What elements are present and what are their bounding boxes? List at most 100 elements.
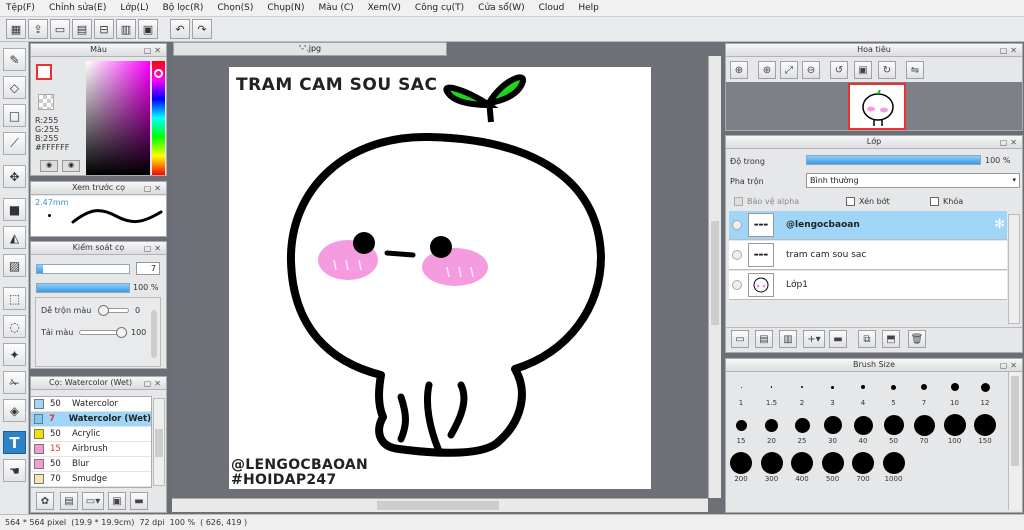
clipping-checkbox[interactable] <box>846 197 855 206</box>
folder-icon[interactable]: ▬ <box>829 330 847 348</box>
panel-buttons[interactable]: ▢✕ <box>144 45 164 57</box>
slider-handle[interactable] <box>98 305 109 316</box>
add-layer-icon[interactable]: +▾ <box>803 330 825 348</box>
brush-item[interactable]: 50 Blur <box>31 457 151 472</box>
brush-size-dot[interactable] <box>821 452 844 474</box>
brush-size-dot[interactable] <box>740 386 742 388</box>
eraser2-icon[interactable]: ◈ <box>3 399 26 422</box>
brush-size-dot[interactable] <box>943 414 966 436</box>
new-layer-icon[interactable]: ▭ <box>731 330 749 348</box>
brush-size-dot[interactable] <box>852 452 874 474</box>
brush-size-slider[interactable] <box>36 264 130 274</box>
menu-item[interactable]: Chọn(S) <box>211 3 261 13</box>
brush-item[interactable]: 7 Watercolor (Wet) <box>31 412 151 427</box>
menu-item[interactable]: Màu (C) <box>313 3 362 13</box>
gradient-icon[interactable]: ▨ <box>3 254 26 277</box>
line-icon[interactable]: ⟋ <box>3 132 26 155</box>
hue-slider[interactable] <box>152 61 165 175</box>
brush-size-dot[interactable] <box>831 385 834 389</box>
brush-size-dot[interactable] <box>891 384 896 390</box>
navigator-viewport[interactable] <box>848 83 906 130</box>
transparent-swatch[interactable] <box>38 94 54 110</box>
scroll-thumb[interactable] <box>711 221 719 325</box>
scroll-thumb[interactable] <box>155 429 163 457</box>
layer-scrollbar[interactable] <box>1008 214 1020 324</box>
menu-item[interactable]: Tệp(F) <box>0 3 43 13</box>
menu-item[interactable]: Cửa sổ(W) <box>472 3 532 13</box>
brush-size-dot[interactable] <box>921 384 927 390</box>
scrollbar[interactable] <box>151 310 157 358</box>
zoom-fit-icon[interactable]: ⊕ <box>730 61 748 79</box>
panel-buttons[interactable]: ▢✕ <box>144 183 164 195</box>
fit-window-icon[interactable]: ⤢ <box>780 61 798 79</box>
pen-icon[interactable]: ✎ <box>3 48 26 71</box>
canvas-vertical-scrollbar[interactable] <box>708 56 721 498</box>
brush-size-dot[interactable] <box>823 416 842 434</box>
brush-size-dot[interactable] <box>801 386 803 388</box>
copy-layer-icon[interactable]: ⧉ <box>858 330 876 348</box>
brush-size-dot[interactable] <box>791 452 813 474</box>
merge-layer-icon[interactable]: ⬒ <box>882 330 900 348</box>
layer-row[interactable]: ▬▬▬ tram cam sou sac <box>729 241 1007 270</box>
eraser-icon[interactable]: ◇ <box>3 76 26 99</box>
brush-size-dot[interactable] <box>883 415 904 435</box>
zoom-in-icon[interactable]: ⊕ <box>758 61 776 79</box>
panel-buttons[interactable]: ▢✕ <box>1000 137 1020 149</box>
open-icon[interactable]: ▭ <box>50 19 70 39</box>
brush-size-dot[interactable] <box>794 417 810 433</box>
scroll-thumb[interactable] <box>1011 376 1019 466</box>
flip-icon[interactable]: ⇋ <box>906 61 924 79</box>
palette-icon[interactable]: ◉ <box>40 160 58 172</box>
brush-size-dot[interactable] <box>765 418 778 432</box>
fill-rect-icon[interactable]: ■ <box>3 198 26 221</box>
brush-size-dot[interactable] <box>760 452 783 474</box>
select-icon[interactable]: ⬚ <box>3 287 26 310</box>
visibility-icon[interactable] <box>732 280 742 290</box>
panel-buttons[interactable]: ▢✕ <box>144 243 164 255</box>
paint-slider[interactable] <box>79 327 127 338</box>
visibility-icon[interactable] <box>732 250 742 260</box>
panel-buttons[interactable]: ▢✕ <box>1000 360 1020 372</box>
document-tab[interactable]: '-'.jpg <box>173 42 447 56</box>
lasso-icon[interactable]: ◌ <box>3 315 26 338</box>
text-icon[interactable]: T <box>3 431 26 454</box>
brush-item[interactable]: 15 Airbrush <box>31 442 151 457</box>
menu-item[interactable]: Cloud <box>533 3 573 13</box>
foreground-color-swatch[interactable] <box>36 64 52 80</box>
layer-opacity-slider[interactable] <box>806 155 981 165</box>
reset-view-icon[interactable]: ▣ <box>854 61 872 79</box>
brush-size-dot[interactable] <box>980 382 990 392</box>
brush-list-scrollbar[interactable] <box>153 398 165 486</box>
rect-select-icon[interactable]: □ <box>3 104 26 127</box>
brush-template-icon[interactable]: ▣ <box>108 492 126 510</box>
brush-size-dot[interactable] <box>913 414 935 436</box>
brush-item[interactable]: 50 Acrylic <box>31 427 151 442</box>
brush-size-input[interactable]: 7 <box>136 262 160 275</box>
brush-size-scrollbar[interactable] <box>1008 372 1021 510</box>
brush-size-dot[interactable] <box>853 415 873 435</box>
drawing-canvas[interactable]: TRAM CAM SOU SAC @LENGOCBAOAN #HOIDAP247 <box>229 67 651 489</box>
blend-mode-select[interactable]: Bình thường ▾ <box>806 173 1020 188</box>
lock-checkbox[interactable] <box>930 197 939 206</box>
brush-settings-icon[interactable]: ✿ <box>36 492 54 510</box>
navigator-preview[interactable] <box>726 82 1022 130</box>
panel-buttons[interactable]: ▢✕ <box>1000 45 1020 57</box>
menu-item[interactable]: Chỉnh sửa(E) <box>43 3 114 13</box>
save-icon[interactable]: ▤ <box>72 19 92 39</box>
hue-handle[interactable] <box>154 69 163 78</box>
menu-item[interactable]: Xem(V) <box>362 3 409 13</box>
menu-item[interactable]: Bộ lọc(R) <box>157 3 212 13</box>
protect-alpha-checkbox[interactable] <box>734 197 743 206</box>
zoom-out-icon[interactable]: ⊖ <box>802 61 820 79</box>
hand-icon[interactable]: ☚ <box>3 459 26 482</box>
brush-size-dot[interactable] <box>950 383 959 391</box>
visibility-icon[interactable] <box>732 220 742 230</box>
rotate-left-icon[interactable]: ↺ <box>830 61 848 79</box>
panel-icon[interactable]: ▥ <box>116 19 136 39</box>
brush-size-dot[interactable] <box>974 414 996 436</box>
move-icon[interactable]: ✥ <box>3 165 26 188</box>
brush-opacity-slider[interactable] <box>36 283 130 293</box>
panel-buttons[interactable]: ▢✕ <box>144 378 164 390</box>
blend-slider[interactable] <box>98 305 129 316</box>
menu-item[interactable]: Lớp(L) <box>114 3 156 13</box>
